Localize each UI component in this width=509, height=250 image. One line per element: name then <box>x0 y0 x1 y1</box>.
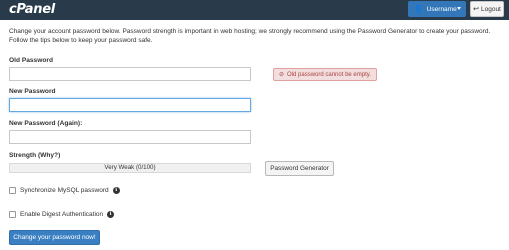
new-password-field[interactable] <box>9 98 251 112</box>
sync-mysql-label[interactable]: Synchronize MySQL password <box>20 187 109 194</box>
sync-mysql-checkbox[interactable] <box>9 187 16 194</box>
intro-text: Change your account password below. Pass… <box>9 28 491 44</box>
username-menu-button[interactable]: 👤 Username <box>408 1 466 17</box>
logout-button[interactable]: ↩ Logout <box>470 1 504 17</box>
digest-auth-row: Enable Digest Authentication i <box>9 210 115 219</box>
info-icon[interactable]: i <box>112 187 120 194</box>
logout-icon: ↩ <box>473 6 479 13</box>
top-bar: cPanel 👤 Username ↩ Logout <box>0 0 509 20</box>
new-password-again-label: New Password (Again): <box>9 120 83 127</box>
strength-meter-text: Very Weak (0/100) <box>104 164 156 171</box>
username-label: Username <box>426 5 457 13</box>
old-password-error: ⊘ Old password cannot be empty. <box>273 68 377 81</box>
old-password-label: Old Password <box>9 57 53 64</box>
digest-auth-checkbox[interactable] <box>9 211 16 218</box>
sync-mysql-row: Synchronize MySQL password i <box>9 186 120 195</box>
password-strength-meter: Very Weak (0/100) <box>9 163 251 173</box>
digest-auth-label[interactable]: Enable Digest Authentication <box>20 211 103 218</box>
old-password-field[interactable] <box>9 67 251 81</box>
password-generator-button[interactable]: Password Generator <box>265 161 334 176</box>
error-circle-icon: ⊘ <box>279 72 285 78</box>
strength-label[interactable]: Strength (Why?) <box>9 152 60 159</box>
user-icon: 👤 <box>414 6 423 13</box>
change-password-button[interactable]: Change your password now! <box>9 230 100 245</box>
new-password-again-field[interactable] <box>9 130 251 144</box>
old-password-error-text: Old password cannot be empty. <box>287 71 371 78</box>
logout-label: Logout <box>480 5 501 13</box>
cpanel-logo[interactable]: cPanel <box>9 2 55 18</box>
info-icon[interactable]: i <box>107 211 115 218</box>
caret-down-icon <box>457 7 461 10</box>
new-password-label: New Password <box>9 88 56 95</box>
